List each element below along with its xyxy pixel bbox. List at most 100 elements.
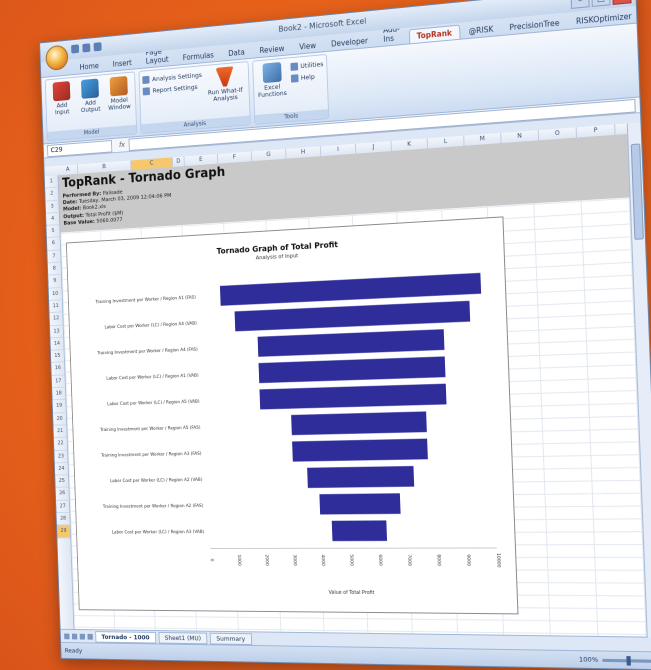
- ribbon-group-tools: Excel Functions Utilities Help Tools: [252, 54, 330, 125]
- row-header[interactable]: 10: [49, 288, 62, 301]
- tornado-chart[interactable]: Tornado Graph of Total Profit Analysis o…: [66, 216, 519, 614]
- add-input-button[interactable]: Add Input: [48, 81, 75, 117]
- row-header[interactable]: 26: [56, 488, 69, 501]
- utilities-button[interactable]: Utilities: [290, 60, 324, 71]
- row-header[interactable]: 25: [55, 475, 68, 488]
- tornado-bar: [259, 384, 446, 410]
- excel-functions-button[interactable]: Excel Functions: [256, 61, 289, 99]
- analysis-settings-button[interactable]: Analysis Settings: [142, 71, 202, 84]
- add-output-icon: [81, 78, 99, 98]
- ribbon-group-analysis: Analysis Settings Report Settings Run Wh…: [138, 61, 250, 134]
- meta-label: Date:: [63, 199, 79, 206]
- x-axis-line: [210, 548, 497, 549]
- category-label: Labor Cost per Worker (LC) / Region A1 (…: [106, 372, 199, 381]
- sheet-tab[interactable]: Tornado - 1000: [95, 631, 156, 643]
- row-header[interactable]: 7: [47, 250, 60, 263]
- row-header[interactable]: 14: [50, 338, 63, 351]
- prev-sheet-icon[interactable]: [72, 634, 77, 640]
- minimize-button[interactable]: –: [571, 0, 590, 9]
- utilities-icon: [290, 62, 298, 71]
- x-tick-label: 5000: [348, 554, 354, 566]
- add-input-icon: [53, 81, 71, 101]
- first-sheet-icon[interactable]: [64, 634, 69, 640]
- row-header[interactable]: 12: [50, 313, 63, 326]
- row-header[interactable]: 20: [53, 413, 66, 426]
- x-tick-label: 10000: [495, 553, 502, 568]
- tornado-bar: [235, 301, 471, 332]
- tornado-run-icon: [215, 66, 234, 87]
- x-tick-label: 7000: [406, 554, 413, 566]
- tab-data[interactable]: Data: [222, 45, 252, 60]
- sheet-tab[interactable]: Sheet1 (MU): [158, 632, 207, 644]
- meta-value: 5060.0077: [96, 217, 122, 224]
- category-label: Training Investment per Worker / Region …: [96, 346, 198, 356]
- help-icon: [290, 74, 298, 82]
- x-tick-label: 0: [209, 559, 215, 562]
- close-button[interactable]: ×: [612, 0, 631, 5]
- zoom-knob[interactable]: [626, 656, 631, 665]
- category-label: Training Investment per Worker / Region …: [99, 425, 201, 433]
- row-header[interactable]: 1: [45, 175, 58, 188]
- zoom-slider[interactable]: [602, 658, 651, 662]
- category-label: Training Investment per Worker / Region …: [102, 503, 204, 510]
- row-header[interactable]: 5: [46, 225, 59, 238]
- row-header[interactable]: 22: [54, 438, 67, 451]
- report-meta: Performed By: Palisade Date: Tuesday, Mar…: [62, 186, 172, 227]
- x-tick-label: 4000: [320, 555, 326, 567]
- row-header[interactable]: 27: [56, 500, 69, 513]
- row-header[interactable]: 16: [51, 363, 64, 376]
- row-header[interactable]: 18: [52, 388, 65, 401]
- row-header[interactable]: 15: [51, 350, 64, 363]
- tab-view[interactable]: View: [293, 38, 323, 54]
- tornado-bar: [319, 493, 400, 514]
- category-label: Labor Cost per Worker (LC) / Region A5 (…: [107, 398, 200, 407]
- help-button[interactable]: Help: [290, 72, 324, 83]
- row-header[interactable]: 13: [50, 325, 63, 338]
- last-sheet-icon[interactable]: [87, 634, 92, 640]
- tornado-bar: [220, 273, 481, 306]
- row-header[interactable]: 29: [57, 525, 70, 538]
- row-header[interactable]: 2: [45, 188, 58, 201]
- category-label: Training Investment per Worker / Region …: [100, 451, 202, 459]
- sheet-tab[interactable]: Summary: [210, 633, 252, 645]
- x-tick-label: 3000: [291, 555, 297, 567]
- meta-label: Base Value:: [63, 219, 96, 227]
- chart-plot: Training Investment per Worker / Region …: [67, 217, 518, 613]
- row-header[interactable]: 23: [54, 450, 67, 463]
- row-header[interactable]: 8: [48, 263, 61, 276]
- ribbon-group-model: Add Input Add Output Model Window Model: [45, 71, 137, 141]
- row-header[interactable]: 6: [47, 238, 60, 251]
- functions-icon: [262, 62, 281, 83]
- row-header[interactable]: 3: [46, 200, 59, 213]
- add-output-button[interactable]: Add Output: [77, 78, 104, 115]
- report-settings-button[interactable]: Report Settings: [143, 83, 203, 96]
- meta-label: Model:: [63, 206, 83, 213]
- row-header[interactable]: 28: [57, 513, 70, 526]
- row-header[interactable]: 4: [46, 213, 59, 226]
- category-label: Labor Cost per Worker (LC) / Region A2 (…: [110, 477, 203, 484]
- tornado-bar: [307, 466, 414, 488]
- row-header[interactable]: 21: [53, 425, 66, 438]
- tornado-bar: [291, 411, 427, 435]
- next-sheet-icon[interactable]: [80, 634, 85, 640]
- excel-window: Book2 - Microsoft Excel – □ × HomeInsert…: [39, 0, 651, 670]
- status-text: Ready: [65, 647, 83, 655]
- row-header[interactable]: 19: [53, 400, 66, 413]
- report-icon: [143, 87, 150, 95]
- run-what-if-button[interactable]: Run What-If Analysis: [204, 65, 245, 104]
- row-header[interactable]: 24: [55, 463, 68, 476]
- zoom-control[interactable]: 100%: [579, 655, 651, 665]
- row-header[interactable]: 11: [49, 300, 62, 313]
- worksheet[interactable]: ABCDEFGHIJKLMNOP 1 2 3 4 5 6 7 8 9 10 11 12 13 14 15 16…: [44, 123, 647, 637]
- fx-icon[interactable]: fx: [119, 141, 125, 149]
- model-window-button[interactable]: Model Window: [105, 75, 133, 112]
- scroll-thumb[interactable]: [631, 143, 644, 239]
- x-tick-label: 6000: [377, 554, 383, 566]
- tornado-bar: [258, 329, 445, 357]
- row-header[interactable]: 9: [48, 275, 61, 288]
- zoom-level: 100%: [579, 655, 599, 664]
- row-header[interactable]: 17: [52, 375, 65, 388]
- settings-icon: [142, 76, 149, 84]
- maximize-button[interactable]: □: [591, 0, 610, 7]
- meta-value: Palisade: [103, 190, 123, 197]
